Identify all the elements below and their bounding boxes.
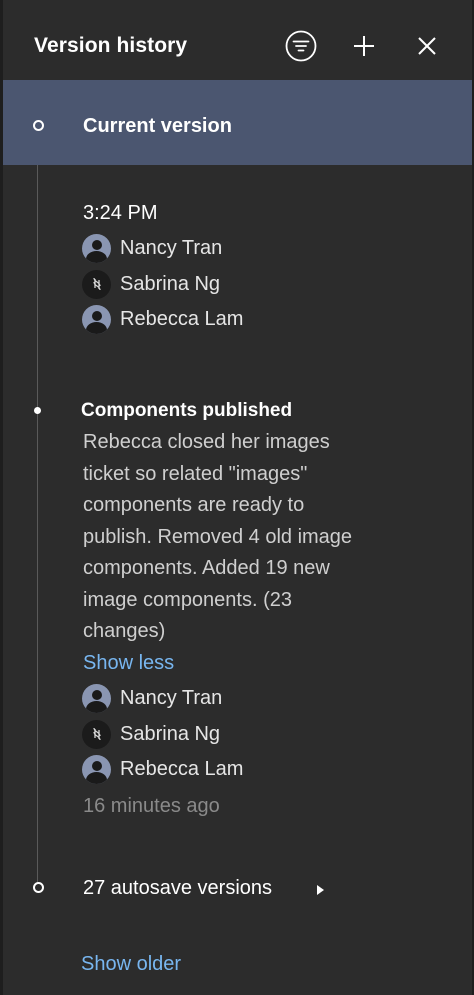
user-name: Rebecca Lam (120, 307, 244, 330)
user-name: Sabrina Ng (120, 722, 221, 745)
close-icon (418, 37, 436, 55)
logo-icon (92, 277, 101, 291)
user-item: Nancy Tran (82, 233, 222, 263)
close-button[interactable] (409, 28, 445, 64)
version-time: 3:24 PM (83, 202, 158, 224)
avatar (82, 719, 111, 749)
user-item: Sabrina Ng (82, 719, 220, 749)
description-line: image components. (23 (83, 589, 293, 611)
plus-icon (354, 36, 374, 56)
timeline-dot (33, 882, 44, 893)
show-older-link[interactable]: Show older (81, 953, 181, 976)
user-item: Rebecca Lam (82, 754, 243, 784)
description-line: Rebecca closed her images (83, 431, 330, 453)
autosave-versions-row[interactable]: 27 autosave versions (3, 866, 472, 910)
filter-icon (285, 30, 317, 62)
description-line: ticket so related "images" (83, 463, 308, 485)
autosave-label: 27 autosave versions (83, 877, 273, 899)
description-line: publish. Removed 4 old image (83, 526, 353, 548)
description-line: components are ready to (83, 494, 305, 516)
user-item: Sabrina Ng (82, 269, 220, 299)
current-version-label: Current version (83, 115, 232, 137)
avatar (82, 683, 111, 713)
logo-icon (92, 727, 101, 741)
user-name: Nancy Tran (120, 686, 223, 709)
user-name: Sabrina Ng (120, 272, 221, 295)
avatar (82, 754, 111, 784)
user-item: Nancy Tran (82, 683, 222, 713)
description-line: components. Added 19 new (83, 557, 330, 579)
user-name: Nancy Tran (120, 236, 223, 259)
timeline-dot (33, 120, 44, 131)
avatar (82, 304, 111, 334)
current-version-row[interactable]: Current version (3, 80, 472, 165)
panel-title: Version history (34, 34, 188, 57)
version-history-panel: Version history Current version 3:24 PM … (0, 0, 474, 995)
description-line: changes) (83, 620, 166, 642)
timeline-dot (34, 407, 41, 414)
avatar (82, 233, 111, 263)
filter-button[interactable] (283, 28, 319, 64)
user-item: Rebecca Lam (82, 304, 243, 334)
time-ago: 16 minutes ago (83, 795, 220, 817)
caret-right-icon (317, 885, 324, 895)
user-name: Rebecca Lam (120, 757, 244, 780)
panel-header: Version history (3, 0, 472, 80)
show-less-link[interactable]: Show less (83, 652, 174, 675)
timeline-line (37, 128, 38, 888)
version-title: Components published (81, 400, 293, 421)
avatar (82, 269, 111, 299)
add-version-button[interactable] (346, 28, 382, 64)
